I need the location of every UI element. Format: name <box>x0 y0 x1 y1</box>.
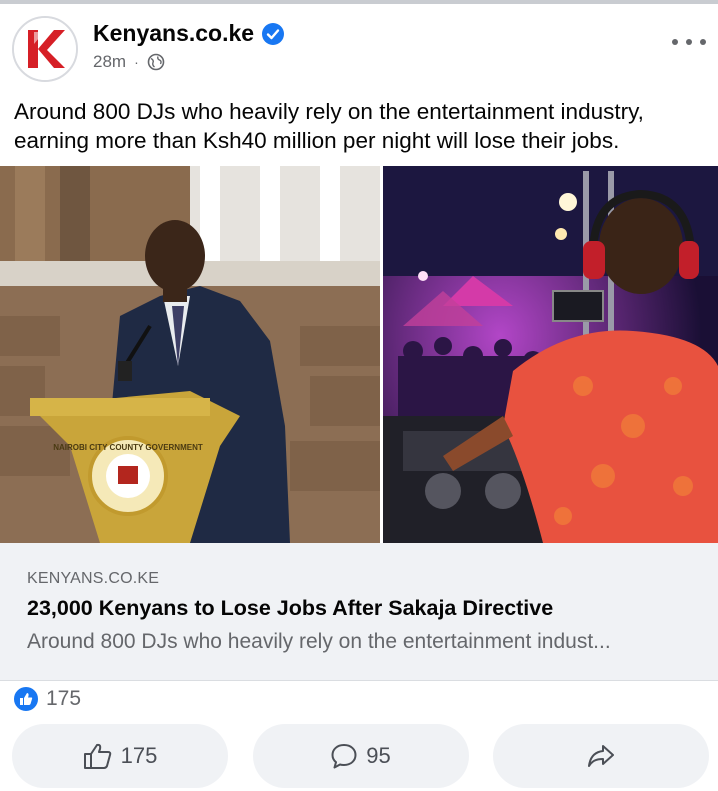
page-avatar[interactable] <box>12 16 78 82</box>
link-title[interactable]: 23,000 Kenyans to Lose Jobs After Sakaja… <box>27 596 553 621</box>
verified-badge-icon <box>262 22 285 45</box>
like-count: 175 <box>120 743 158 768</box>
share-icon <box>588 745 614 767</box>
more-dot-icon <box>700 39 706 45</box>
share-button[interactable] <box>493 724 709 788</box>
podium-seal-text: NAIROBI CITY COUNTY GOVERNMENT <box>53 443 203 452</box>
comment-button[interactable]: 95 <box>252 724 469 788</box>
link-preview-card[interactable]: KENYANS.CO.KE 23,000 Kenyans to Lose Job… <box>0 543 718 681</box>
action-bar: 175 95 <box>12 724 709 788</box>
thumbs-up-icon <box>83 743 111 769</box>
more-dot-icon <box>686 39 692 45</box>
meta-separator: · <box>134 54 139 70</box>
reactions-summary[interactable]: 175 <box>12 685 81 713</box>
post-text: Around 800 DJs who heavily rely on the e… <box>14 99 644 153</box>
photo-dj-at-club[interactable] <box>383 166 718 543</box>
post-header: Kenyans.co.ke 28m · <box>0 4 718 90</box>
comment-icon <box>331 744 357 769</box>
link-description: Around 800 DJs who heavily rely on the e… <box>27 630 611 653</box>
page-name[interactable]: Kenyans.co.ke <box>93 20 254 47</box>
more-dot-icon <box>672 39 678 45</box>
reaction-count: 175 <box>46 687 82 710</box>
link-domain: KENYANS.CO.KE <box>27 570 160 587</box>
like-button[interactable]: 175 <box>12 724 228 788</box>
post-timestamp[interactable]: 28m <box>93 52 126 72</box>
comment-count: 95 <box>366 743 391 768</box>
globe-icon[interactable] <box>147 53 165 71</box>
photo-governor-at-podium[interactable]: NAIROBI CITY COUNTY GOVERNMENT <box>0 166 380 543</box>
like-icon <box>12 685 40 713</box>
more-options-button[interactable] <box>672 32 706 52</box>
post-images[interactable]: NAIROBI CITY COUNTY GOVERNMENT <box>0 166 718 543</box>
kenyans-logo <box>14 18 76 80</box>
